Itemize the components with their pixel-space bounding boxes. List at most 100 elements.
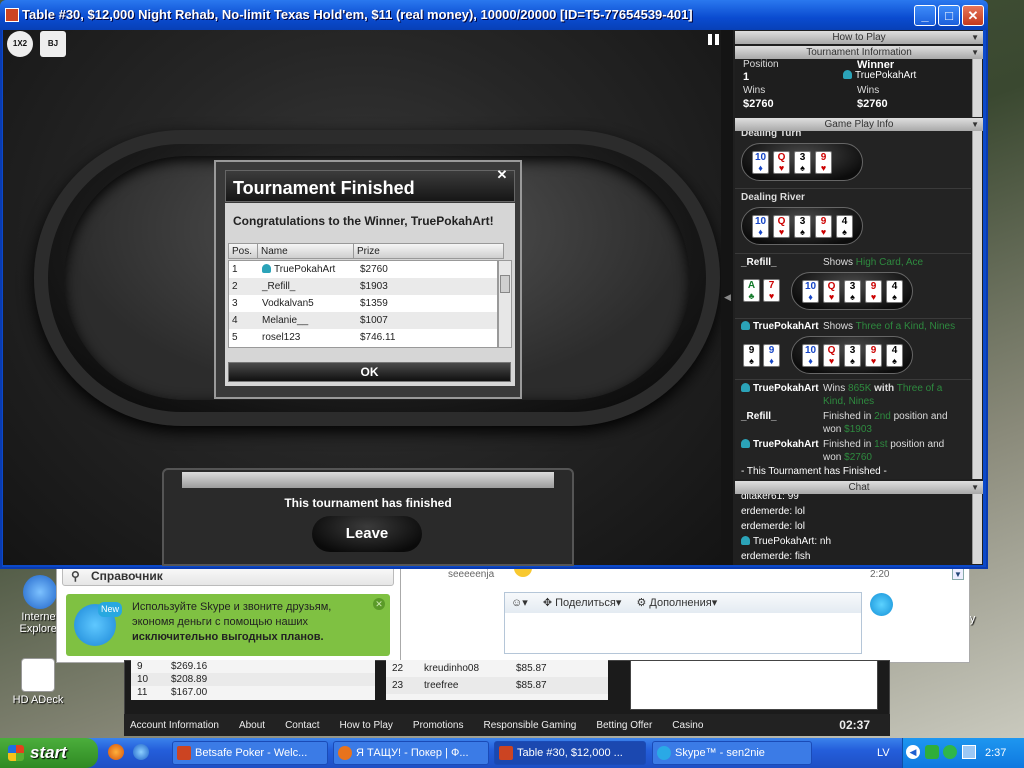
result-pos: 3 (232, 298, 238, 309)
lobby-info-panel (630, 660, 878, 710)
taskbar-item-label: Betsafe Poker - Welc... (195, 747, 308, 759)
result-row[interactable]: 2 _Refill_ $1903 (229, 278, 497, 295)
nav-account-information[interactable]: Account Information (130, 720, 219, 731)
maximize-button[interactable]: □ (938, 5, 960, 26)
minimize-button[interactable]: _ (914, 5, 936, 26)
send-message-icon[interactable] (870, 593, 893, 616)
card-rank: 10 (754, 216, 767, 227)
result-name: _Refill_ (262, 281, 296, 292)
result-name: rosel123 (262, 332, 301, 343)
card-suit: ♦ (808, 356, 813, 366)
result-prize: $746.11 (360, 332, 396, 343)
extras-button[interactable]: ⚙ Дополнения▾ (636, 597, 717, 609)
card: 4 ♠ (886, 280, 903, 303)
internet-explorer-icon (23, 575, 57, 609)
person-icon (741, 536, 750, 545)
dialog-title: Tournament Finished (233, 178, 415, 198)
shows-label: Shows (823, 321, 854, 332)
result-row[interactable]: 4 Melanie__ $1007 (229, 312, 497, 329)
card: 9 ♦ (763, 344, 780, 367)
desktop-icon-hd-adeck[interactable]: HD ADeck (8, 658, 68, 706)
table-row[interactable]: 23 treefree $85.87 (386, 677, 608, 694)
nav-responsible-gaming[interactable]: Responsible Gaming (483, 720, 576, 731)
section-chat[interactable]: Chat ▼ (735, 481, 983, 494)
column-pos[interactable]: Pos. (229, 244, 258, 258)
nav-promotions[interactable]: Promotions (413, 720, 464, 731)
close-button[interactable]: ✕ (962, 5, 984, 26)
dropdown-icon[interactable]: ▼ (952, 568, 964, 580)
share-label: Поделиться (555, 597, 616, 609)
chevron-down-icon: ▼ (971, 483, 979, 492)
card: Q ♥ (823, 280, 840, 303)
finish-position: 1st (874, 439, 888, 450)
close-icon[interactable]: ✕ (373, 598, 385, 610)
sportsbook-1x2-icon[interactable]: 1X2 (7, 31, 33, 57)
log-result: Finished in 1st position and won $2760 (823, 438, 963, 464)
ok-button[interactable]: OK (228, 362, 511, 382)
nav-contact[interactable]: Contact (285, 720, 319, 731)
chat-scrollbar[interactable] (972, 494, 982, 564)
taskbar-item-firefox[interactable]: Я ТАЩУ! - Покер | Ф... (333, 741, 489, 765)
section-tournament-info[interactable]: Tournament Information ▼ (735, 46, 983, 59)
section-label: How to Play (832, 32, 886, 43)
leave-button[interactable]: Leave (312, 516, 422, 552)
dialog-close-icon[interactable]: ✕ (494, 168, 510, 182)
security-shield-icon[interactable] (925, 745, 939, 759)
betsafe-icon (177, 746, 191, 760)
internet-explorer-quicklaunch-icon[interactable] (133, 744, 149, 760)
game-play-scrollbar[interactable] (972, 131, 982, 479)
tray-expand-icon[interactable]: ◀ (906, 745, 920, 759)
row-rank: 22 (392, 663, 404, 674)
firefox-icon[interactable] (108, 744, 124, 760)
table-row[interactable]: 22 kreudinho08 $85.87 (386, 660, 608, 677)
betsafe-app-icon (5, 8, 19, 22)
scrollbar-thumb[interactable] (500, 275, 510, 293)
chat-line: erdemerde: fish (741, 551, 811, 562)
column-name[interactable]: Name (258, 244, 354, 258)
table-row[interactable]: 10 $208.89 (131, 673, 375, 686)
row-rank: 11 (137, 687, 148, 698)
result-pos: 2 (232, 281, 238, 292)
taskbar-item-betsafe[interactable]: Betsafe Poker - Welc... (172, 741, 328, 765)
win-amount: 865K (848, 383, 872, 394)
results-scrollbar[interactable] (498, 260, 512, 348)
position-label: Position (743, 59, 779, 70)
layout-grid-icon[interactable] (708, 34, 719, 45)
row-amount: $167.00 (171, 687, 208, 698)
nav-betting-offer[interactable]: Betting Offer (596, 720, 652, 731)
result-row[interactable]: 1 TruePokahArt $2760 (229, 261, 497, 278)
skype-directory-search[interactable]: ⚲ Справочник (62, 566, 394, 586)
log-label: _Refill_ (741, 257, 777, 268)
blackjack-icon[interactable]: BJ (40, 31, 66, 57)
tournament-info-scrollbar[interactable] (972, 59, 982, 117)
hand-description: Three of a Kind, Nines (855, 321, 956, 332)
skype-promo-banner[interactable]: New Используйте Skype и звоните друзьям,… (66, 594, 390, 656)
emoticon-picker-icon[interactable]: ☺▾ (511, 597, 528, 609)
log-label: Dealing River (741, 192, 805, 203)
table-row[interactable]: 11 $167.00 (131, 686, 375, 699)
section-game-play-info[interactable]: Game Play Info ▼ (735, 118, 983, 131)
taskbar-item-skype[interactable]: Skype™ - sen2nie (652, 741, 812, 765)
taskbar-item-poker-table[interactable]: Table #30, $12,000 ... (494, 741, 646, 765)
card-rank: Q (777, 152, 786, 163)
tournament-info-panel: Position 1 Winner TruePokahArt Wins $276… (735, 59, 971, 117)
card-rank: 3 (799, 216, 806, 227)
card-rank: 3 (849, 345, 856, 356)
share-button[interactable]: ✥ Поделиться▾ (543, 597, 622, 609)
nav-about[interactable]: About (239, 720, 265, 731)
section-how-to-play[interactable]: How to Play ▼ (735, 31, 983, 44)
network-icon[interactable] (962, 745, 976, 759)
card-suit: ♥ (778, 227, 785, 237)
nav-how-to-play[interactable]: How to Play (340, 720, 393, 731)
skype-search-label: Справочник (91, 569, 163, 583)
table-row[interactable]: 9 $269.16 (131, 660, 375, 673)
result-row[interactable]: 3 Vodkalvan5 $1359 (229, 295, 497, 312)
card: 9 ♠ (743, 344, 760, 367)
result-row[interactable]: 5 rosel123 $746.11 (229, 329, 497, 346)
column-prize[interactable]: Prize (354, 244, 503, 258)
skype-tray-icon[interactable] (943, 745, 957, 759)
nav-casino[interactable]: Casino (672, 720, 703, 731)
sidebar-collapse-handle[interactable]: ◀ (721, 30, 733, 565)
language-indicator[interactable]: LV (877, 747, 890, 759)
card-suit: ♠ (749, 356, 754, 366)
